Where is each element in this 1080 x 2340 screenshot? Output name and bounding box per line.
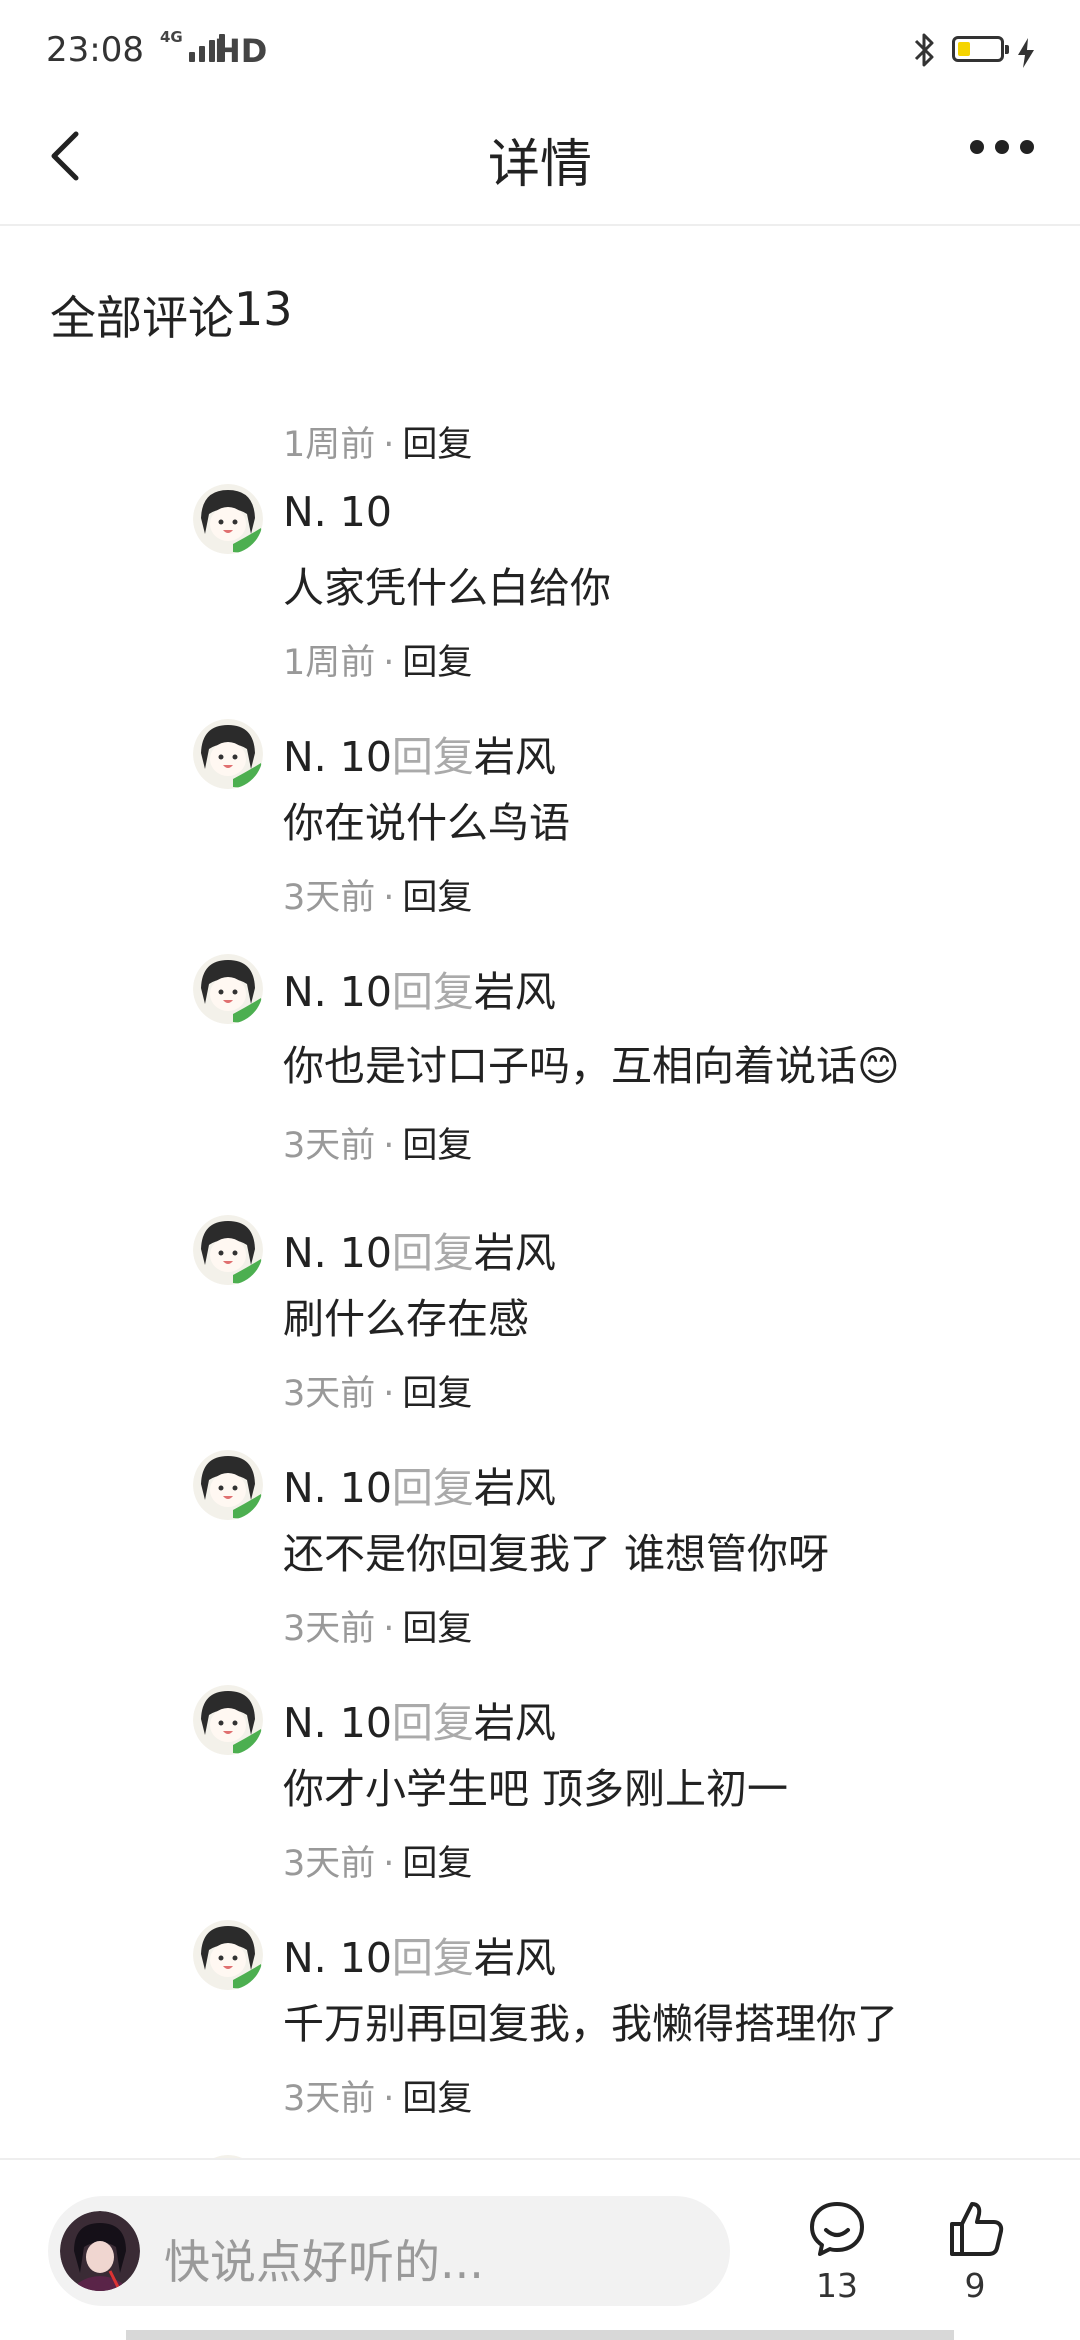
- network-type: 4G: [160, 28, 183, 46]
- comment-time: 3天前: [283, 1374, 376, 1414]
- nav-bar: 详情: [0, 100, 1080, 226]
- comment-body: 你在说什么鸟语: [283, 799, 570, 847]
- comments-header: 全部评论 13: [50, 282, 293, 348]
- reply-link[interactable]: 回复: [402, 425, 472, 465]
- reply-word: 回复: [391, 1699, 474, 1747]
- bluetooth-icon: [914, 33, 934, 67]
- comment-author[interactable]: N. 10回复岩风: [283, 1924, 556, 1984]
- hd-indicator: HD: [214, 32, 268, 70]
- comment-body: 刷什么存在感: [283, 1295, 529, 1343]
- comment-time: 3天前: [283, 2079, 376, 2119]
- comment-time: 3天前: [283, 1844, 376, 1884]
- like-button[interactable]: 9: [930, 2198, 1020, 2305]
- comment-bubble-icon: [810, 2202, 864, 2256]
- comment-text: 你也是讨口子吗，互相向着说话😊: [283, 1032, 900, 1092]
- comment-time: 1周前: [283, 425, 376, 465]
- comment-count: 13: [816, 2266, 858, 2305]
- reply-target-name[interactable]: 岩风: [474, 1934, 556, 1982]
- comment-text: 人家凭什么白给你: [283, 554, 611, 614]
- comment-time: 1周前: [283, 643, 376, 683]
- status-time: 23:08: [46, 30, 144, 70]
- reply-word: 回复: [391, 1934, 474, 1982]
- my-avatar: [60, 2211, 140, 2291]
- comment-text: 千万别再回复我，我懒得搭理你了: [283, 1990, 898, 2050]
- reply-target-name[interactable]: 岩风: [474, 1699, 556, 1747]
- comment-text: 你才小学生吧 顶多刚上初一: [283, 1755, 788, 1815]
- author-name[interactable]: N. 10: [283, 1464, 392, 1512]
- author-name[interactable]: N. 10: [283, 1699, 392, 1747]
- comment-body: 你才小学生吧 顶多刚上初一: [283, 1765, 789, 1813]
- reply-link[interactable]: 回复: [402, 1126, 472, 1166]
- user-avatar[interactable]: [193, 1450, 263, 1520]
- author-name[interactable]: N. 10: [283, 968, 392, 1016]
- comment-meta: 1周前 · 回复: [283, 643, 473, 683]
- comment-meta: 3天前 · 回复: [283, 1374, 473, 1414]
- user-avatar[interactable]: [193, 1920, 263, 1990]
- comment-author[interactable]: N. 10回复岩风: [283, 1219, 556, 1279]
- comment-text: 还不是你回复我了 谁想管你呀: [283, 1520, 829, 1580]
- status-bar: 23:08 4G HD: [0, 0, 1080, 100]
- thumbs-up-icon: [950, 2202, 1004, 2256]
- reply-word: 回复: [391, 1229, 474, 1277]
- comment-time: 3天前: [283, 878, 376, 918]
- reply-word: 回复: [391, 1464, 474, 1512]
- comment-text: 你在说什么鸟语: [283, 789, 570, 849]
- reply-target-name[interactable]: 岩风: [474, 1229, 556, 1277]
- comment-body: 你也是讨口子吗，互相向着说话: [283, 1042, 857, 1090]
- comments-count: 13: [234, 282, 293, 336]
- comment-time: 3天前: [283, 1126, 376, 1166]
- more-options-icon[interactable]: [970, 140, 1034, 154]
- author-name[interactable]: N. 10: [283, 1229, 392, 1277]
- comment-meta: 3天前 · 回复: [283, 2079, 473, 2119]
- comment-meta: 3天前 · 回复: [283, 1844, 473, 1884]
- comment-body: 还不是你回复我了 谁想管你呀: [283, 1530, 830, 1578]
- reply-link[interactable]: 回复: [402, 878, 472, 918]
- user-avatar[interactable]: [193, 1685, 263, 1755]
- comment-input-bar: 快说点好听的... 13 9: [0, 2158, 1080, 2340]
- reply-link[interactable]: 回复: [402, 1374, 472, 1414]
- comment-author[interactable]: N. 10回复岩风: [283, 1689, 556, 1749]
- comments-button[interactable]: 13: [792, 2198, 882, 2305]
- comment-author[interactable]: N. 10回复岩风: [283, 958, 556, 1018]
- user-avatar[interactable]: [193, 484, 263, 554]
- reply-link[interactable]: 回复: [402, 643, 472, 683]
- user-avatar[interactable]: [193, 1215, 263, 1285]
- comments-header-label: 全部评论: [50, 291, 234, 345]
- comment-input[interactable]: 快说点好听的...: [48, 2196, 730, 2306]
- comment-author[interactable]: N. 10: [283, 488, 392, 536]
- comment-body: 人家凭什么白给你: [283, 564, 611, 612]
- comment-meta: 3天前 · 回复: [283, 1126, 473, 1166]
- reply-target-name[interactable]: 岩风: [474, 733, 556, 781]
- author-name[interactable]: N. 10: [283, 1934, 392, 1982]
- like-count: 9: [964, 2266, 986, 2305]
- reply-target-name[interactable]: 岩风: [474, 1464, 556, 1512]
- reply-word: 回复: [391, 968, 474, 1016]
- comment-list: 1周前 · 回复 N. 10 人家凭什么白给你 1周前 · 回复 N. 10回复岩风 你在说什…: [0, 390, 1080, 2158]
- user-avatar[interactable]: [193, 719, 263, 789]
- reply-link[interactable]: 回复: [402, 1609, 472, 1649]
- comment-meta: 1周前 · 回复: [283, 425, 473, 465]
- comment-author[interactable]: N. 10回复岩风: [283, 1454, 556, 1514]
- comment-meta: 3天前 · 回复: [283, 1609, 473, 1649]
- comment-author[interactable]: N. 10回复岩风: [283, 723, 556, 783]
- reply-word: 回复: [391, 733, 474, 781]
- author-name[interactable]: N. 10: [283, 488, 392, 536]
- battery-icon: [952, 36, 1009, 62]
- reply-link[interactable]: 回复: [402, 2079, 472, 2119]
- comment-input-placeholder: 快说点好听的...: [164, 2235, 484, 2289]
- charging-icon: [1018, 38, 1034, 68]
- home-indicator: [126, 2330, 954, 2340]
- user-avatar[interactable]: [193, 954, 263, 1024]
- author-name[interactable]: N. 10: [283, 733, 392, 781]
- smile-emoji-icon: 😊: [857, 1042, 900, 1090]
- comment-meta: 3天前 · 回复: [283, 878, 473, 918]
- comment-body: 千万别再回复我，我懒得搭理你了: [283, 2000, 898, 2048]
- reply-link[interactable]: 回复: [402, 1844, 472, 1884]
- reply-target-name[interactable]: 岩风: [474, 968, 556, 1016]
- page-title: 详情: [487, 135, 592, 195]
- comment-time: 3天前: [283, 1609, 376, 1649]
- comment-text: 刷什么存在感: [283, 1285, 529, 1345]
